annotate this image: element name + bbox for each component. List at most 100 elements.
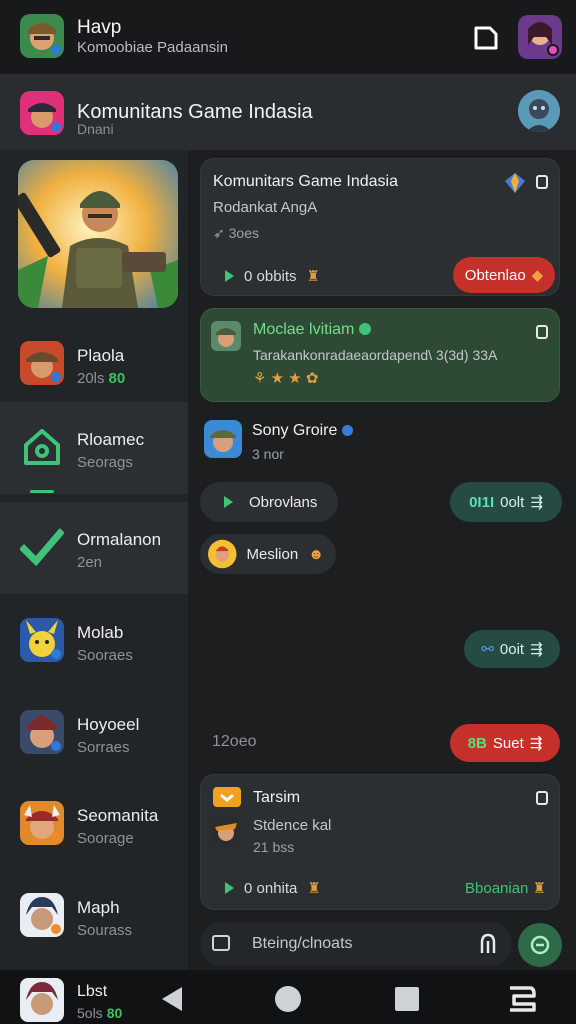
sidebar-item-label: Hoyoeel — [77, 715, 140, 734]
soldier-avatar-icon — [211, 321, 241, 351]
post-card[interactable]: Komunitars Game Indasia Rodankat AngA ➶ … — [200, 158, 560, 296]
bookmark-icon[interactable] — [536, 325, 548, 339]
profile-avatar[interactable] — [518, 15, 562, 59]
overview-icon[interactable] — [506, 984, 538, 1014]
sidebar-item-hoyoeel[interactable]: Hoyoeel Sorraes — [0, 687, 188, 779]
bookmark-icon[interactable] — [536, 791, 548, 805]
sidebar-item-sub: Sooraes — [77, 647, 133, 664]
online-indicator — [547, 44, 559, 56]
sidebar-item-plaola[interactable]: Plaola 20ls 80 — [0, 318, 188, 410]
post-meta: ➶ 3oes — [213, 225, 259, 241]
share-icon: ⇶ — [530, 641, 543, 658]
warrior-icon — [20, 710, 64, 754]
play-icon — [225, 882, 234, 894]
fire-icon: ◆ — [531, 267, 544, 284]
post-subtitle: Rodankat AngA — [213, 199, 318, 216]
sidebar-item-maph[interactable]: Maph Sourass — [0, 870, 188, 962]
highlight-text: Tarakankonradaeaordapend\ 3(3d) 33A — [253, 347, 498, 363]
viking-icon — [20, 801, 64, 845]
play-action[interactable]: 0 obbits ♜ — [225, 267, 320, 285]
active-tab-indicator — [30, 490, 54, 493]
sidebar-item-label: Rloamec — [77, 430, 145, 449]
recent-app-title: Lbst — [77, 983, 108, 1000]
link-icon: ⚯ — [481, 641, 494, 658]
post-card[interactable]: Tarsim Stdence kal 21 bss 0 onhita ♜ Bbo… — [200, 774, 560, 910]
character-avatar — [211, 817, 241, 847]
post-title: Komunitars Game Indasia — [213, 173, 398, 190]
featured-game-banner[interactable] — [18, 160, 178, 308]
feed: Komunitars Game Indasia Rodankat AngA ➶ … — [188, 150, 576, 970]
send-icon — [530, 935, 550, 955]
pikachu-icon — [20, 618, 64, 662]
recent-app-sub: 5ols 80 — [77, 1005, 123, 1021]
back-icon[interactable] — [162, 987, 182, 1011]
sidebar: Plaola 20ls 80 Rloamec Seorags Ormalanon … — [0, 150, 188, 970]
play-action[interactable]: 0 onhita ♜ — [225, 879, 321, 897]
status-link[interactable]: Bboanian ♜ — [465, 879, 546, 897]
keyboard-icon[interactable] — [212, 935, 230, 951]
sidebar-item-label: Molab — [77, 623, 124, 642]
post-subtitle: Stdence kal — [253, 817, 332, 834]
recents-icon[interactable] — [395, 987, 419, 1011]
edit-icon[interactable] — [470, 22, 502, 54]
highlight-card[interactable]: Moclae lvitiam Tarakankonradaeaordapend\… — [200, 308, 560, 402]
samurai-icon — [20, 893, 64, 937]
list-item[interactable]: Sony Groire 3 nor — [204, 420, 544, 464]
app-subtitle: Komoobiae Padaansin — [77, 39, 228, 56]
count-badge: 80 — [106, 1005, 123, 1021]
system-nav-bar: Lbst 5ols 80 — [0, 970, 576, 1024]
top-app-bar: Havp Komoobiae Padaansin — [0, 0, 576, 74]
share-icon: ⇶ — [530, 494, 543, 511]
link-button[interactable]: ⚯ 0oit ⇶ — [464, 630, 560, 668]
member-avatar[interactable] — [518, 90, 560, 132]
trophy-icon: ♜ — [532, 880, 547, 897]
tag-icon — [213, 787, 241, 807]
sidebar-item-ormalanon[interactable]: Ormalanon 2en — [0, 502, 188, 594]
community-icon — [20, 91, 64, 135]
emoji-icon: ☻ — [308, 545, 324, 563]
mention-avatar — [208, 539, 237, 569]
list-item-title: Sony Groire — [252, 422, 353, 440]
sidebar-item-sub: Sourass — [77, 922, 133, 939]
mic-icon[interactable] — [478, 933, 498, 955]
sidebar-item-sub: Soorage — [77, 830, 134, 847]
trophy-icon: ♜ — [306, 268, 320, 285]
app-icon[interactable] — [20, 14, 64, 58]
send-button[interactable] — [518, 923, 562, 967]
sidebar-item-molab[interactable]: Molab Sooraes — [0, 595, 188, 687]
sidebar-item-label: Maph — [77, 898, 120, 917]
trophy-icon: ♜ — [307, 880, 321, 897]
sidebar-item-sub: 2en — [77, 554, 103, 571]
recent-app-icon[interactable] — [20, 978, 64, 1022]
play-icon — [225, 270, 234, 282]
play-button[interactable]: Obrovlans — [200, 482, 338, 522]
sidebar-item-sub: 20ls 80 — [77, 370, 126, 387]
verified-icon — [341, 425, 353, 436]
share-button[interactable]: 0I1I 0olt ⇶ — [450, 482, 562, 522]
count-badge: 80 — [108, 370, 126, 387]
verified-icon — [358, 323, 371, 335]
sidebar-item-label: Plaola — [77, 346, 125, 365]
composer-placeholder[interactable]: Bteing/clnoats — [252, 935, 353, 953]
community-header[interactable]: Komunitans Game Indasia Dnani — [0, 74, 576, 150]
timestamp: 12oeo — [212, 733, 257, 750]
home-icon — [20, 425, 64, 469]
share-icon: ⇶ — [529, 735, 543, 752]
sidebar-item-label: Ormalanon — [77, 530, 162, 549]
sidebar-item-seomanita[interactable]: Seomanita Soorage — [0, 778, 188, 870]
community-subtitle: Dnani — [77, 121, 114, 137]
highlight-title: Moclae lvitiam — [253, 321, 371, 339]
message-composer[interactable]: Bteing/clnoats — [200, 922, 512, 966]
mention-chip[interactable]: Meslion ☻ — [200, 534, 336, 574]
arrow-icon: ➶ — [213, 225, 229, 241]
action-button-red[interactable]: 8B Suet ⇶ — [450, 724, 560, 762]
post-meta: 21 bss — [253, 839, 295, 855]
reaction-icons[interactable]: ⚘ ★ ★ ✿ — [253, 369, 318, 387]
sidebar-item-label: Seomanita — [77, 806, 159, 825]
home-button-icon[interactable] — [275, 986, 301, 1012]
sidebar-item-rloamec[interactable]: Rloamec Seorags — [0, 402, 188, 494]
list-item-sub: 3 nor — [252, 446, 284, 462]
bookmark-icon[interactable] — [536, 175, 548, 189]
obtain-button[interactable]: Obtenlao ◆ — [453, 257, 555, 293]
gem-icon — [505, 173, 525, 193]
